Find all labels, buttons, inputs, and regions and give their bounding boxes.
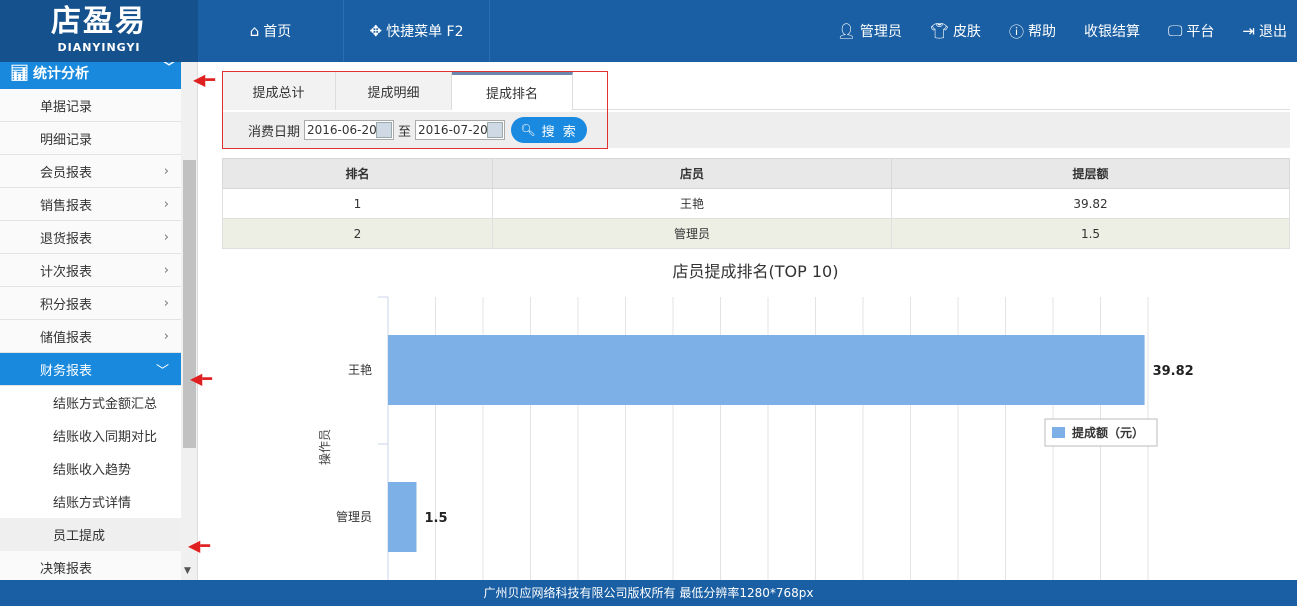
cell-amount: 1.5 [891, 218, 1290, 249]
sidebar-section-stats[interactable]: 📊︎ 统计分析 ﹀ [0, 62, 181, 89]
sidebar-item[interactable]: 积分报表 › [0, 287, 181, 320]
help-icon: ⓘ [1008, 22, 1024, 41]
chart-title: 店员提成排名(TOP 10) [672, 262, 839, 281]
sidebar-item[interactable]: 计次报表 › [0, 254, 181, 287]
sidebar-subitem[interactable]: 结账方式金额汇总 [0, 386, 181, 419]
move-icon: ✥ [369, 22, 383, 40]
sidebar-item-label: 销售报表 [40, 198, 93, 214]
commission-ranking-chart: 王艳 39.82 管理员 1.5 操作员 提成额（元） [317, 296, 1194, 580]
category-label: 王艳 [348, 362, 372, 377]
shirt-icon: 👕︎ [929, 22, 949, 40]
chevron-right-icon: › [163, 328, 169, 344]
logo-subtext: DIANYINGYI [57, 41, 141, 54]
chevron-down-icon: ﹀ [162, 62, 175, 74]
chevron-right-icon: › [163, 229, 169, 245]
sidebar-item[interactable]: 会员报表 › [0, 155, 181, 188]
sidebar-item-label: 会员报表 [40, 165, 93, 181]
checkout-nav[interactable]: 收银结算 [1084, 21, 1140, 41]
user-icon: 👤︎ [836, 22, 856, 40]
platform-label: 平台 [1186, 24, 1215, 40]
quick-menu-nav[interactable]: ✥ 快捷菜单 F2 [344, 0, 490, 62]
scrollbar-thumb[interactable] [183, 160, 196, 448]
table-row[interactable]: 1 王艳 39.82 [222, 188, 1290, 219]
skin-label: 皮肤 [952, 24, 981, 40]
checkout-label: 收银结算 [1083, 24, 1140, 40]
column-header-amount: 提层额 [891, 158, 1290, 189]
monitor-icon: 🖵︎ [1167, 22, 1183, 40]
cell-clerk: 王艳 [492, 188, 892, 219]
sidebar-item-label: 退货报表 [40, 231, 93, 247]
chart-icon: 📊︎ [10, 63, 30, 82]
sidebar-item[interactable]: 销售报表 › [0, 188, 181, 221]
footer: 广州贝应网络科技有限公司版权所有 最低分辨率1280*768px [0, 580, 1297, 606]
chart-bar [388, 482, 417, 552]
sidebar-item-label: 决策报表 [40, 561, 93, 577]
chevron-right-icon: › [163, 295, 169, 311]
sidebar-item-label: 明细记录 [40, 132, 93, 148]
sidebar-item-label: 计次报表 [40, 264, 93, 280]
category-label: 管理员 [336, 509, 372, 524]
sidebar-item-label: 单据记录 [40, 99, 93, 115]
top-header: 店盈易 DIANYINGYI ⌂ 首页 ✥ 快捷菜单 F2 👤︎ 管理员 👕︎ … [0, 0, 1297, 62]
sidebar-subitem[interactable]: 员工提成 [0, 518, 181, 551]
chevron-down-icon: ﹀ [155, 363, 169, 379]
y-axis-title: 操作员 [317, 429, 332, 465]
chevron-right-icon: › [163, 262, 169, 278]
table-row[interactable]: 2 管理员 1.5 [222, 218, 1290, 249]
sidebar-section-label: 统计分析 [33, 65, 90, 82]
sidebar-item[interactable]: 储值报表 › [0, 320, 181, 353]
home-label: 首页 [263, 24, 292, 40]
sidebar-item[interactable]: 单据记录 [0, 89, 181, 122]
logo-text: 店盈易 [51, 4, 147, 39]
column-header-clerk: 店员 [492, 158, 892, 189]
cell-rank: 2 [222, 218, 493, 249]
sidebar-subitem[interactable]: 结账收入趋势 [0, 452, 181, 485]
user-label: 管理员 [859, 24, 902, 40]
sidebar-item[interactable]: 财务报表 ﹀ [0, 353, 181, 386]
data-label: 1.5 [425, 511, 448, 526]
home-nav[interactable]: ⌂ 首页 [198, 0, 344, 62]
legend-swatch [1052, 427, 1065, 438]
sidebar-scrollbar[interactable]: ▼ [181, 62, 197, 580]
skin-nav[interactable]: 👕︎ 皮肤 [930, 21, 981, 41]
sidebar-item-label: 积分报表 [40, 297, 93, 313]
cell-rank: 1 [222, 188, 493, 219]
logout-label: 退出 [1259, 24, 1287, 40]
data-label: 39.82 [1153, 364, 1194, 379]
scroll-down-icon[interactable]: ▼ [184, 566, 191, 576]
sidebar-item[interactable]: 明细记录 [0, 122, 181, 155]
chevron-right-icon: › [163, 163, 169, 179]
sidebar-subitem[interactable]: 结账收入同期对比 [0, 419, 181, 452]
quick-menu-label: 快捷菜单 F2 [386, 24, 464, 40]
chart-bar [388, 335, 1145, 405]
help-label: 帮助 [1027, 24, 1056, 40]
column-header-rank: 排名 [222, 158, 493, 189]
logout-nav[interactable]: ⇥ 退出 [1242, 21, 1287, 41]
sidebar-item-decision[interactable]: 决策报表 [0, 551, 181, 580]
sidebar-subitem[interactable]: 结账方式详情 [0, 485, 181, 518]
home-icon: ⌂ [249, 22, 260, 40]
logout-icon: ⇥ [1242, 22, 1255, 40]
sidebar-item[interactable]: 退货报表 › [0, 221, 181, 254]
ranking-table: 排名 店员 提层额 1 王艳 39.82 2 管理员 1.5 [222, 158, 1290, 249]
sidebar: 📊︎ 统计分析 ﹀ 单据记录 明细记录 会员报表 › 销售报表 › 退货报表 › 计次报表 › 积分… [0, 62, 198, 580]
cell-amount: 39.82 [891, 188, 1290, 219]
cell-clerk: 管理员 [492, 218, 892, 249]
user-nav[interactable]: 👤︎ 管理员 [837, 21, 902, 41]
legend-label: 提成额（元） [1072, 425, 1144, 440]
annotation-highlight-box [222, 71, 608, 149]
main-content: 提成总计 提成明细 提成排名 消费日期 2016-06-20 至 2016-07… [198, 62, 1297, 580]
platform-nav[interactable]: 🖵︎ 平台 [1168, 21, 1214, 41]
chevron-right-icon: › [163, 196, 169, 212]
sidebar-item-label: 储值报表 [40, 330, 93, 346]
help-nav[interactable]: ⓘ 帮助 [1009, 21, 1056, 42]
logo[interactable]: 店盈易 DIANYINGYI [0, 0, 198, 62]
sidebar-item-label: 财务报表 [40, 363, 93, 379]
